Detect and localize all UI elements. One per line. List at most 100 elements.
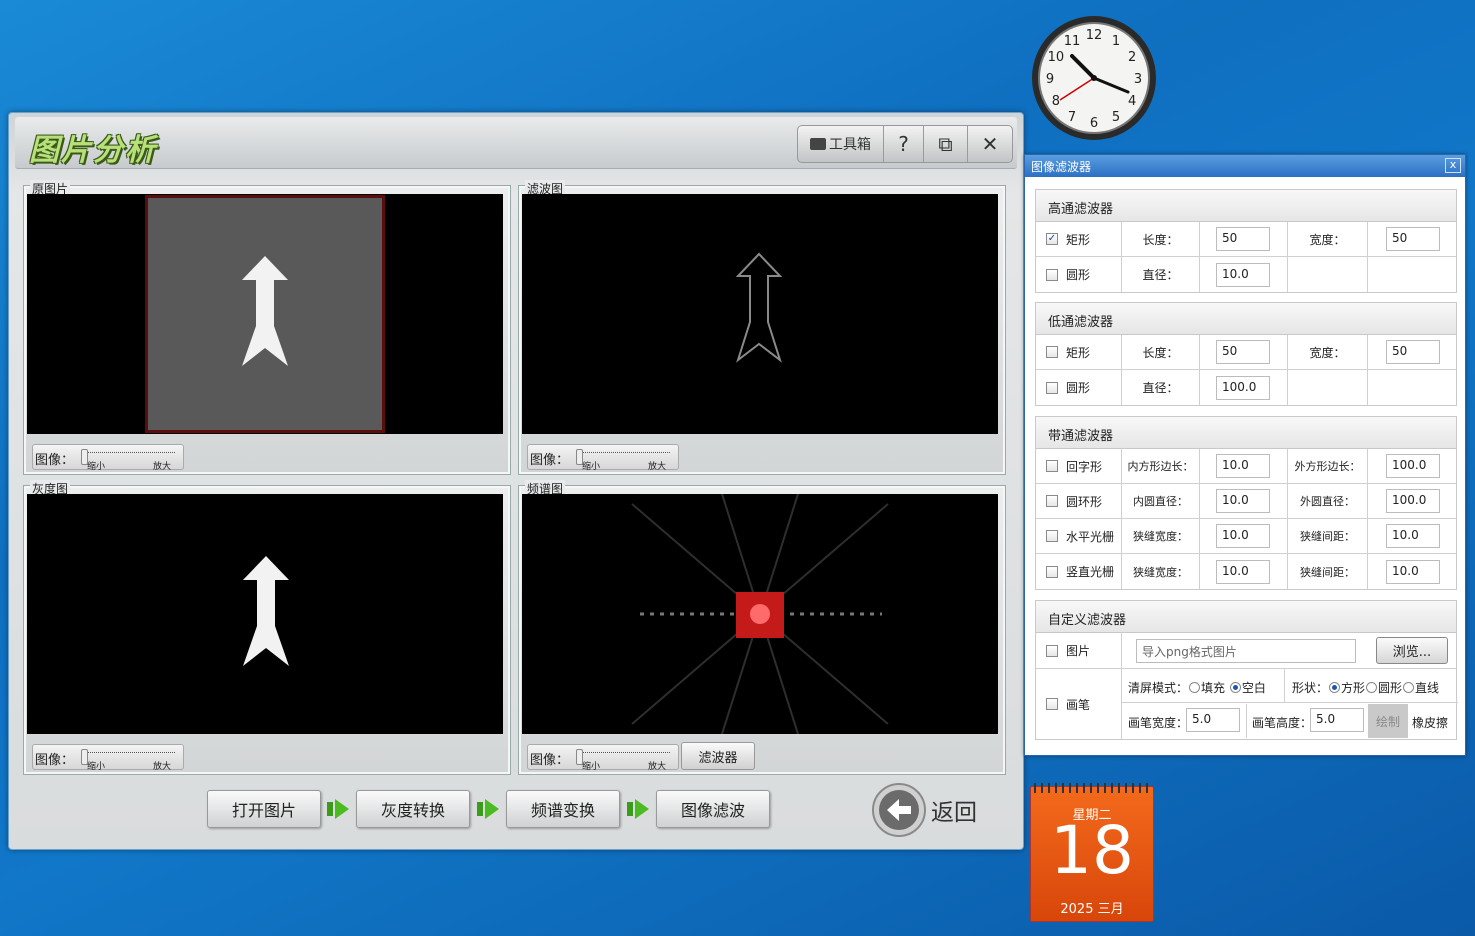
param-a-input[interactable]: 10.0 [1216,454,1270,478]
window-toolbar: 工具箱 ? ⧉ ✕ [797,125,1013,163]
original-image-view[interactable] [27,194,503,434]
gray-arrow-icon [243,556,289,666]
input-cell: 50 [1368,222,1458,256]
restore-button[interactable]: ⧉ [924,126,968,162]
slider-min-label: 缩小 [87,462,106,472]
bandpass-square-checkbox[interactable] [1046,460,1058,472]
clock-numeral: 9 [1046,72,1054,87]
grayscale-image-view[interactable] [27,494,503,734]
grayscale-button[interactable]: 灰度转换 [356,790,470,828]
clock-numeral: 8 [1052,94,1060,109]
filter-image-button[interactable]: 图像滤波 [656,790,770,828]
param-b-label: 外圆直径： [1288,484,1368,518]
param-b-label: 外方形边长： [1288,449,1368,483]
slider-track [83,452,175,457]
dialog-title-bar: 图像滤波器 x [1025,155,1465,177]
bandpass-ring-checkbox[interactable] [1046,495,1058,507]
bandpass-vgrating-checkbox[interactable] [1046,565,1058,578]
length-input[interactable]: 50 [1216,340,1270,364]
input-cell: 10.0 [1368,554,1458,589]
width-input[interactable]: 50 [1386,340,1440,364]
spectrum-button[interactable]: 频谱变换 [506,790,620,828]
custom-image-checkbox[interactable] [1046,644,1058,657]
pen-width-input[interactable]: 5.0 [1186,708,1240,732]
param-a-input[interactable]: 10.0 [1216,524,1270,548]
custom-group: 自定义滤波器 图片 导入png格式图片 浏览... 画笔 清屏模式： 填充 空白 … [1035,600,1458,740]
png-path-input[interactable]: 导入png格式图片 [1136,639,1356,663]
group-title: 高通滤波器 [1036,190,1456,222]
pen-checkbox[interactable] [1046,698,1058,710]
lowpass-circle-checkbox[interactable] [1046,381,1058,394]
clock-numeral: 7 [1068,110,1076,125]
main-window: 图片分析 工具箱 ? ⧉ ✕ 原图片 图像： 缩小 放大 滤波图 图像： 缩小 … [8,112,1024,850]
blank-radio[interactable] [1229,682,1241,693]
zoom-slider[interactable]: 图像： 缩小 放大 [32,444,184,472]
input-cell: 100.0 [1200,370,1288,405]
group-title: 自定义滤波器 [1036,601,1456,633]
highpass-circle-checkbox[interactable] [1046,268,1058,281]
clear-mode-group: 清屏模式： 填充 空白 [1128,679,1266,696]
slider-min-label: 缩小 [87,762,106,772]
lowpass-rect-checkbox[interactable] [1046,346,1058,358]
pen-height-label: 画笔高度： [1252,716,1313,730]
param-a-input[interactable]: 10.0 [1216,559,1270,584]
square-label: 方形 [1341,681,1366,695]
param-b-input[interactable]: 10.0 [1386,559,1440,584]
help-button[interactable]: ? [884,126,924,162]
clock-numeral: 10 [1048,50,1065,65]
original-image-panel: 原图片 图像： 缩小 放大 [23,180,511,475]
input-cell: 10.0 [1200,449,1288,483]
diameter-input[interactable]: 10.0 [1216,262,1270,287]
eraser-button[interactable]: 橡皮擦 [1412,714,1448,731]
param-a-input[interactable]: 10.0 [1216,489,1270,513]
option-label: 回字形 [1066,459,1103,474]
dialog-close-button[interactable]: x [1445,158,1461,173]
fill-label: 填充 [1201,681,1226,695]
divider [1246,704,1247,738]
diameter-input[interactable]: 100.0 [1216,375,1270,400]
param-a-label: 狭缝宽度： [1122,554,1200,589]
close-button[interactable]: ✕ [968,126,1012,162]
slider-max-label: 放大 [153,462,172,472]
zoom-slider[interactable]: 图像： 缩小 放大 [527,444,679,472]
zoom-slider[interactable]: 图像： 缩小 放大 [32,744,184,772]
filter-button[interactable]: 滤波器 [681,742,755,770]
option-cell: ✓ 矩形 [1036,222,1122,256]
filtered-image-view[interactable] [522,194,998,434]
line-radio[interactable] [1403,682,1415,693]
param-b-input[interactable]: 10.0 [1386,524,1440,548]
blank-label: 空白 [1241,681,1266,695]
length-input[interactable]: 50 [1216,227,1270,251]
input-cell: 50 [1200,335,1288,369]
browse-button[interactable]: 浏览... [1376,637,1448,664]
param-a-label: 内圆直径： [1122,484,1200,518]
circle-radio[interactable] [1366,682,1378,693]
param-b-input[interactable]: 100.0 [1386,489,1440,513]
width-input[interactable]: 50 [1386,227,1440,251]
bandpass-group: 带通滤波器 回字形 内方形边长： 10.0 外方形边长： 100.0 圆环形 内… [1035,416,1457,590]
square-radio[interactable] [1329,682,1341,693]
step-arrow-icon [327,799,349,819]
option-label: 画笔 [1066,697,1091,712]
toolbox-icon [810,138,826,150]
option-cell: 竖直光栅 [1036,554,1122,589]
bandpass-hgrating-checkbox[interactable] [1046,530,1058,542]
zoom-slider[interactable]: 图像： 缩小 放大 [527,744,679,772]
param-b-input[interactable]: 100.0 [1386,454,1440,478]
pen-width-label: 画笔宽度： [1128,716,1189,730]
spectrum-image-view[interactable] [522,494,998,734]
open-image-button[interactable]: 打开图片 [207,790,321,828]
app-title: 图片分析 [29,133,157,168]
highpass-rect-checkbox[interactable]: ✓ [1046,233,1058,245]
input-cell: 10.0 [1368,519,1458,553]
clock-numeral: 3 [1134,72,1142,87]
draw-button[interactable]: 绘制 [1368,704,1408,738]
back-button[interactable]: 返回 [871,781,1001,839]
pen-height-input[interactable]: 5.0 [1310,708,1364,732]
option-label: 竖直光栅 [1066,565,1115,579]
fill-radio[interactable] [1189,682,1201,693]
shape-group: 形状： 方形 圆形 直线 [1292,679,1439,696]
clock-numeral: 2 [1128,50,1136,65]
input-cell: 50 [1200,222,1288,256]
toolbox-button[interactable]: 工具箱 [798,126,884,162]
